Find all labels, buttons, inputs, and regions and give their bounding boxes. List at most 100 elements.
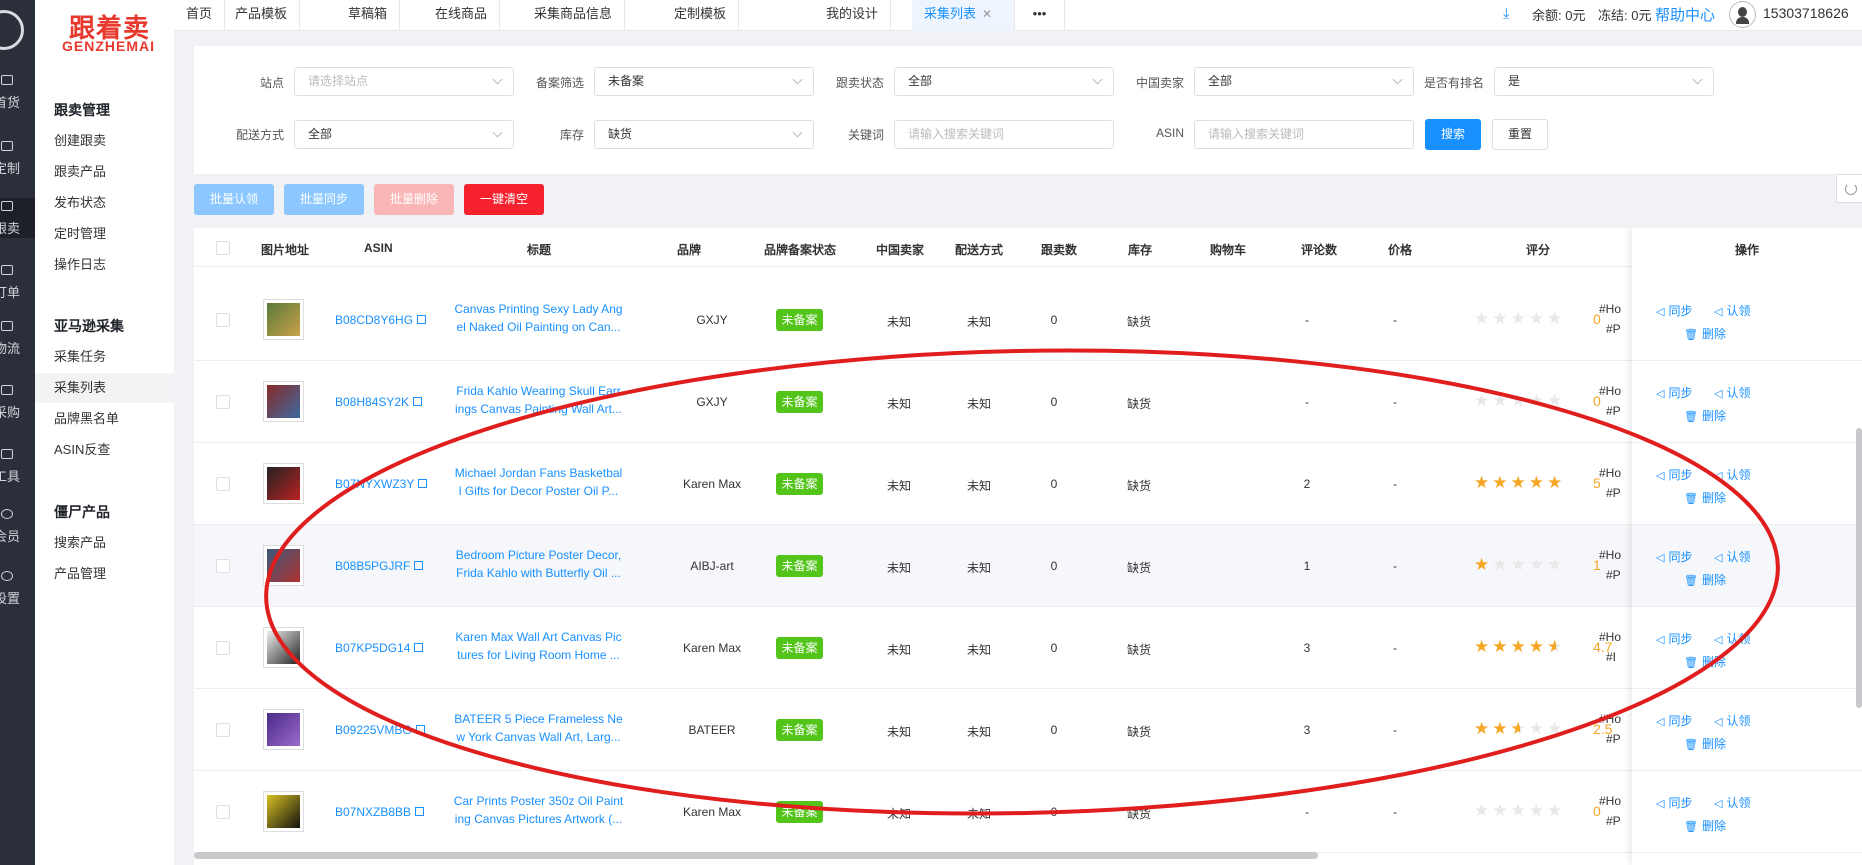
menu-item-collect-tasks[interactable]: 采集任务 xyxy=(35,342,174,372)
row-checkbox[interactable] xyxy=(216,723,230,737)
tab-collect-info[interactable]: 采集商品信息 xyxy=(522,0,626,31)
reset-button[interactable]: 重置 xyxy=(1492,119,1548,150)
tab-home[interactable]: 首页 xyxy=(174,0,226,31)
product-title-link[interactable]: Bedroom Picture Poster Decor, Frida Kahlo… xyxy=(446,546,631,582)
delete-button[interactable]: 🗑 删除 xyxy=(1684,571,1726,588)
power-icon[interactable] xyxy=(0,10,24,50)
clear-all-button[interactable]: 一键清空 xyxy=(464,184,544,215)
copy-icon[interactable] xyxy=(415,807,425,816)
rail-item-settings[interactable]: 设置 xyxy=(0,568,35,608)
tab-custom-template[interactable]: 定制模板 xyxy=(662,0,740,31)
product-title-link[interactable]: BATEER 5 Piece Frameless Ne w York Canvas… xyxy=(446,710,631,746)
asin-link[interactable]: B09225VMBG xyxy=(335,723,425,737)
batch-delete-button[interactable]: 批量删除 xyxy=(374,184,454,215)
delete-button[interactable]: 🗑 删除 xyxy=(1684,817,1726,834)
asin-link[interactable]: B08B5PGJRF xyxy=(335,559,424,573)
row-checkbox[interactable] xyxy=(216,559,230,573)
stock-select[interactable]: 缺货 xyxy=(594,120,814,149)
menu-item-brand-blacklist[interactable]: 品牌黑名单 xyxy=(35,404,174,434)
menu-item-create-follow[interactable]: 创建跟卖 xyxy=(35,126,174,156)
menu-item-logs[interactable]: 操作日志 xyxy=(35,250,174,280)
asin-input[interactable]: 请输入搜索关键词 xyxy=(1194,120,1414,149)
vertical-scrollbar[interactable] xyxy=(1856,428,1862,708)
sync-button[interactable]: ◁ 同步 xyxy=(1656,794,1692,811)
claim-button[interactable]: ◁ 认领 xyxy=(1714,548,1750,565)
close-icon[interactable]: ✕ xyxy=(982,7,992,21)
product-title-link[interactable]: Car Prints Poster 350z Oil Paint ing Canv… xyxy=(446,792,631,828)
claim-button[interactable]: ◁ 认领 xyxy=(1714,466,1750,483)
tab-collect-list[interactable]: 采集列表 ✕ xyxy=(912,0,1015,31)
row-checkbox[interactable] xyxy=(216,641,230,655)
product-image[interactable] xyxy=(263,463,304,504)
rail-item-follow[interactable]: 跟卖 xyxy=(0,198,35,238)
copy-icon[interactable] xyxy=(414,643,424,652)
help-center-link[interactable]: 帮助中心 xyxy=(1655,4,1715,25)
delete-button[interactable]: 🗑 删除 xyxy=(1684,407,1726,424)
rail-item-tools[interactable]: 工具 xyxy=(0,446,35,486)
sync-button[interactable]: ◁ 同步 xyxy=(1656,466,1692,483)
rail-item-orders[interactable]: 订单 xyxy=(0,262,35,302)
delete-button[interactable]: 🗑 删除 xyxy=(1684,653,1726,670)
batch-claim-button[interactable]: 批量认领 xyxy=(194,184,274,215)
menu-item-asin-lookup[interactable]: ASIN反查 xyxy=(35,435,174,465)
menu-item-search-products[interactable]: 搜索产品 xyxy=(35,528,174,558)
rail-item-logistics[interactable]: 物流 xyxy=(0,318,35,358)
avatar[interactable] xyxy=(1729,1,1756,28)
product-image[interactable] xyxy=(263,627,304,668)
product-title-link[interactable]: Michael Jordan Fans Basketbal l Gifts for… xyxy=(446,464,631,500)
asin-link[interactable]: B07NYXWZ3Y xyxy=(335,477,428,491)
tab-my-design[interactable]: 我的设计 xyxy=(814,0,892,31)
record-select[interactable]: 未备案 xyxy=(594,67,814,96)
batch-sync-button[interactable]: 批量同步 xyxy=(284,184,364,215)
delete-button[interactable]: 🗑 删除 xyxy=(1684,325,1726,342)
tab-drafts[interactable]: 草稿箱 xyxy=(336,0,401,31)
asin-link[interactable]: B07NXZB8BB xyxy=(335,805,425,819)
claim-button[interactable]: ◁ 认领 xyxy=(1714,302,1750,319)
product-title-link[interactable]: Karen Max Wall Art Canvas Pic tures for L… xyxy=(446,628,631,664)
claim-button[interactable]: ◁ 认领 xyxy=(1714,712,1750,729)
sync-button[interactable]: ◁ 同步 xyxy=(1656,384,1692,401)
product-image[interactable] xyxy=(263,709,304,750)
copy-icon[interactable] xyxy=(413,397,423,406)
product-image[interactable] xyxy=(263,545,304,586)
search-button[interactable]: 搜索 xyxy=(1425,119,1481,150)
product-image[interactable] xyxy=(263,299,304,340)
claim-button[interactable]: ◁ 认领 xyxy=(1714,794,1750,811)
follow-status-select[interactable]: 全部 xyxy=(894,67,1114,96)
cn-seller-select[interactable]: 全部 xyxy=(1194,67,1414,96)
menu-item-collect-list[interactable]: 采集列表 xyxy=(35,373,174,403)
sync-button[interactable]: ◁ 同步 xyxy=(1656,548,1692,565)
menu-item-publish-status[interactable]: 发布状态 xyxy=(35,188,174,218)
keyword-input[interactable]: 请输入搜索关键词 xyxy=(894,120,1114,149)
row-checkbox[interactable] xyxy=(216,313,230,327)
row-checkbox[interactable] xyxy=(216,805,230,819)
rail-item-purchase[interactable]: 采购 xyxy=(0,382,35,422)
rank-select[interactable]: 是 xyxy=(1494,67,1714,96)
sync-button[interactable]: ◁ 同步 xyxy=(1656,712,1692,729)
product-title-link[interactable]: Canvas Printing Sexy Lady Ang el Naked Oi… xyxy=(446,300,631,336)
rail-item-custom[interactable]: 定制 xyxy=(0,138,35,178)
rail-item-goods[interactable]: 首货 xyxy=(0,72,35,112)
delete-button[interactable]: 🗑 删除 xyxy=(1684,735,1726,752)
product-image[interactable] xyxy=(263,381,304,422)
sync-button[interactable]: ◁ 同步 xyxy=(1656,302,1692,319)
product-title-link[interactable]: Frida Kahlo Wearing Skull Earr ings Canva… xyxy=(446,382,631,418)
menu-item-follow-products[interactable]: 跟卖产品 xyxy=(35,157,174,187)
menu-item-schedule[interactable]: 定时管理 xyxy=(35,219,174,249)
delete-button[interactable]: 🗑 删除 xyxy=(1684,489,1726,506)
asin-link[interactable]: B08CD8Y6HG xyxy=(335,313,427,327)
user-phone[interactable]: 15303718626 xyxy=(1763,5,1849,21)
claim-button[interactable]: ◁ 认领 xyxy=(1714,384,1750,401)
site-select[interactable]: 请选择站点 xyxy=(294,67,514,96)
logo[interactable]: 跟着卖 GENZHEMAI xyxy=(62,6,158,54)
claim-button[interactable]: ◁ 认领 xyxy=(1714,630,1750,647)
menu-item-product-manage[interactable]: 产品管理 xyxy=(35,559,174,589)
copy-icon[interactable] xyxy=(415,725,425,734)
copy-icon[interactable] xyxy=(418,479,428,488)
tab-more[interactable]: ••• xyxy=(1015,0,1065,31)
download-icon[interactable]: ⤓ xyxy=(1503,5,1510,22)
copy-icon[interactable] xyxy=(414,561,424,570)
product-image[interactable] xyxy=(263,791,304,832)
asin-link[interactable]: B07KP5DG14 xyxy=(335,641,424,655)
ship-select[interactable]: 全部 xyxy=(294,120,514,149)
